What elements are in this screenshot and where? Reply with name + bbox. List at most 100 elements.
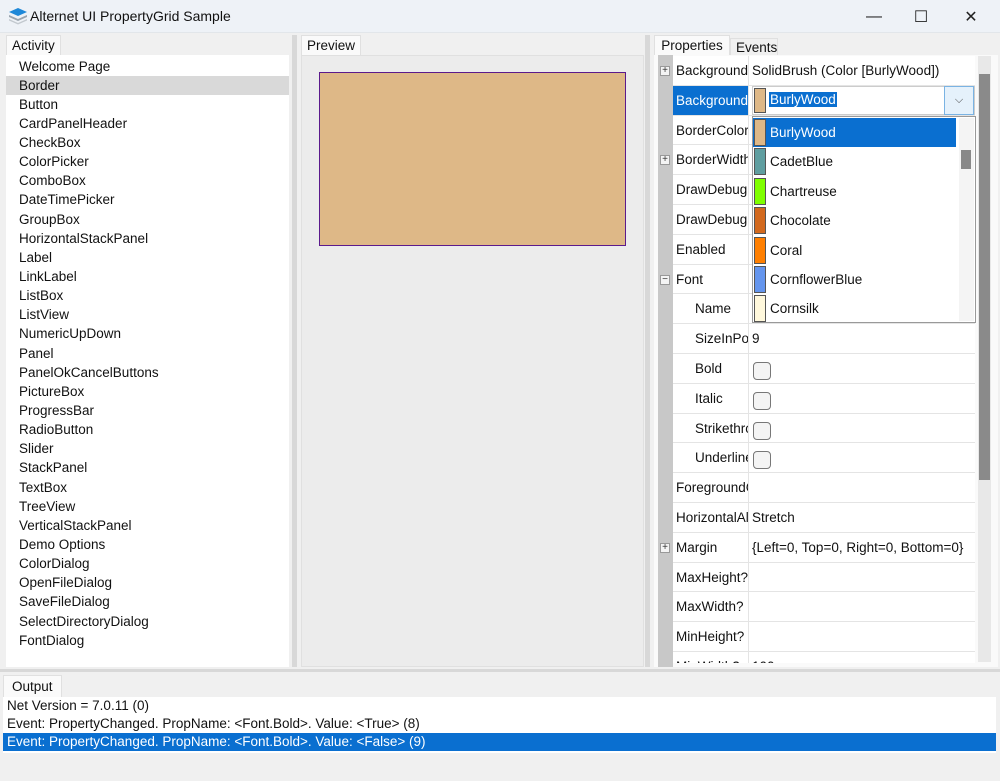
- property-row[interactable]: HorizontalAlignmentStretch: [673, 503, 975, 533]
- dropdown-item[interactable]: CadetBlue: [753, 147, 956, 176]
- dropdown-item-label: CadetBlue: [770, 154, 834, 170]
- property-name: BorderColorTop: [673, 115, 749, 145]
- color-swatch: [754, 266, 766, 293]
- property-name: Strikethrough: [673, 413, 749, 443]
- dropdown-list: BurlyWood CadetBlue Chartreuse Chocolate Cor…: [753, 118, 956, 323]
- property-row[interactable]: Italic: [673, 383, 975, 414]
- property-row[interactable]: SizeInPoints9: [673, 324, 975, 354]
- property-name: BackgroundColor: [673, 85, 749, 115]
- property-name: Margin: [673, 532, 749, 562]
- property-name: MaxHeight?: [673, 562, 749, 592]
- expand-icon[interactable]: +: [660, 66, 670, 76]
- color-swatch: [754, 177, 766, 205]
- dropdown-item[interactable]: Coral: [753, 236, 956, 265]
- property-row[interactable]: Margin {Left=0, Top=0, Right=0, Bottom=0}: [673, 532, 975, 563]
- property-name: DrawDebugPointsAfter: [673, 175, 749, 204]
- tab-properties[interactable]: Properties: [654, 35, 730, 56]
- property-name: DrawDebugPointsBefore: [673, 205, 749, 234]
- property-row[interactable]: MaxHeight?: [673, 562, 975, 593]
- dropdown-item-label: CornflowerBlue: [770, 272, 863, 287]
- property-name: Bold: [673, 354, 749, 383]
- property-name: Underline: [673, 443, 749, 473]
- splitter[interactable]: [0, 669, 1000, 672]
- dropdown-item[interactable]: Cornsilk: [753, 294, 956, 323]
- property-row[interactable]: Bold: [673, 354, 975, 384]
- color-swatch: [754, 88, 766, 113]
- tab-preview[interactable]: Preview: [301, 35, 362, 56]
- dropdown-item-label: Cornsilk: [770, 301, 819, 317]
- dropdown-scrollbar[interactable]: [959, 118, 974, 321]
- maximize-button[interactable]: ☐: [897, 0, 945, 33]
- dropdown-item-label: Coral: [770, 242, 803, 258]
- property-value[interactable]: [752, 443, 975, 472]
- output-line[interactable]: Event: PropertyChanged. PropName: <Font.…: [3, 733, 996, 751]
- checkbox[interactable]: [753, 451, 771, 470]
- expand-icon[interactable]: +: [660, 542, 670, 553]
- minimize-button[interactable]: —: [850, 0, 898, 33]
- tab-events[interactable]: Events: [730, 38, 778, 56]
- color-dropdown: BurlyWood CadetBlue Chartreuse Chocolate Cor…: [752, 116, 976, 323]
- property-name: Name: [673, 294, 749, 324]
- property-value[interactable]: {Left=0, Top=0, Right=0, Bottom=0}: [752, 533, 975, 562]
- property-value[interactable]: [752, 354, 975, 383]
- dropdown-item[interactable]: Chartreuse: [753, 177, 956, 206]
- property-value[interactable]: [752, 473, 975, 502]
- property-name: Font: [673, 264, 749, 294]
- grid-scrollbar[interactable]: [978, 56, 991, 662]
- property-row[interactable]: Underline: [673, 443, 975, 474]
- tab-activity[interactable]: Activity: [6, 35, 61, 56]
- output-line[interactable]: Event: PropertyChanged. PropName: <Font.…: [3, 715, 996, 733]
- property-name: Italic: [673, 383, 749, 413]
- color-swatch: [754, 236, 766, 264]
- title-bar: Alternet UI PropertyGrid Sample — ☐ ✕: [0, 0, 1000, 33]
- property-name: SizeInPoints: [673, 324, 749, 353]
- property-name: BorderWidthHorizontal: [673, 145, 749, 175]
- checkbox[interactable]: [753, 391, 771, 410]
- property-row[interactable]: ForegroundColor: [673, 473, 975, 503]
- dropdown-item-label: Chocolate: [770, 213, 831, 229]
- dropdown-item-label: BurlyWood: [770, 125, 836, 140]
- property-value[interactable]: 100: [752, 652, 975, 663]
- close-button[interactable]: ✕: [947, 0, 995, 33]
- dropdown-item[interactable]: BurlyWood: [753, 118, 956, 148]
- color-swatch: [754, 148, 766, 176]
- output-log: Net Version = 7.0.11 (0) Event: PropertyC…: [3, 697, 996, 753]
- color-combobox[interactable]: BurlyWood ⌵: [752, 86, 975, 115]
- dropdown-item[interactable]: CornflowerBlue: [753, 265, 956, 294]
- property-name: ForegroundColor: [673, 473, 749, 502]
- chevron-down-icon[interactable]: ⌵: [944, 86, 974, 115]
- property-name: MinWidth?: [673, 652, 749, 663]
- checkbox[interactable]: [753, 421, 771, 440]
- property-value[interactable]: 9: [752, 324, 975, 353]
- property-value[interactable]: [752, 563, 975, 592]
- expand-icon[interactable]: +: [660, 155, 670, 166]
- property-row[interactable]: MinWidth?100: [673, 652, 975, 663]
- collapse-icon[interactable]: −: [660, 274, 670, 285]
- grid-scrollbar-thumb[interactable]: [979, 74, 990, 480]
- property-value[interactable]: [752, 622, 975, 651]
- property-row[interactable]: MinHeight?: [673, 622, 975, 652]
- property-value[interactable]: [752, 384, 975, 413]
- property-value[interactable]: SolidBrush (Color [BurlyWood]): [752, 56, 975, 85]
- dropdown-item-label: Chartreuse: [770, 183, 837, 199]
- property-name: MaxWidth?: [673, 592, 749, 622]
- property-row[interactable]: Background SolidBrush (Color [BurlyWood]): [673, 56, 975, 86]
- property-name: MinHeight?: [673, 622, 749, 651]
- combobox-value[interactable]: BurlyWood: [769, 92, 837, 107]
- property-name: Background: [673, 56, 749, 85]
- property-name: Enabled: [673, 234, 749, 264]
- property-row[interactable]: MaxWidth?: [673, 592, 975, 623]
- property-value[interactable]: Stretch: [752, 503, 975, 532]
- window-title: Alternet UI PropertyGrid Sample: [30, 8, 231, 24]
- dropdown-item[interactable]: Chocolate: [753, 206, 956, 235]
- checkbox[interactable]: [753, 362, 771, 380]
- property-value[interactable]: [752, 414, 975, 443]
- tab-output[interactable]: Output: [3, 675, 62, 697]
- app-logo-icon: [9, 8, 27, 25]
- output-line[interactable]: Net Version = 7.0.11 (0): [3, 697, 996, 715]
- color-swatch: [754, 119, 766, 146]
- property-name: HorizontalAlignment: [673, 503, 749, 532]
- property-value[interactable]: [752, 592, 975, 621]
- dropdown-scrollbar-thumb[interactable]: [961, 150, 971, 169]
- property-row[interactable]: Strikethrough: [673, 413, 975, 444]
